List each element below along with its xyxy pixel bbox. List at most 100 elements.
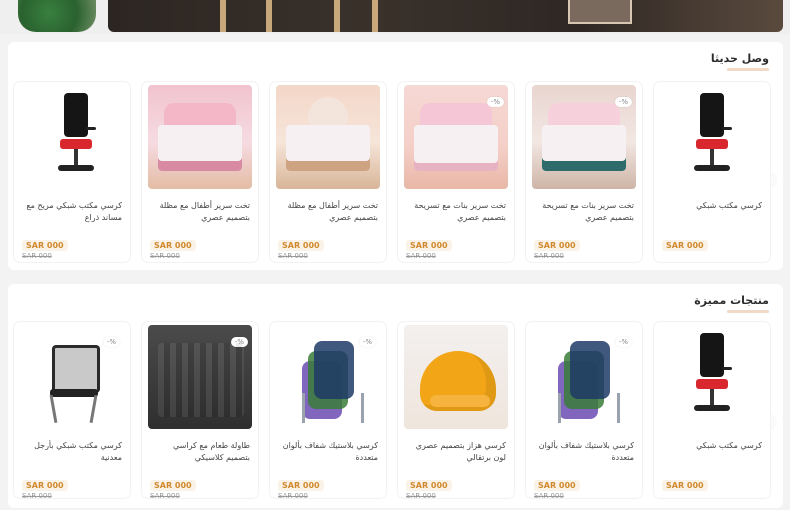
- chair-seat: [696, 379, 728, 389]
- chair-legs: [302, 393, 364, 423]
- hero-stool-leg-2-right: [372, 0, 378, 32]
- product-image[interactable]: [276, 85, 380, 189]
- dining-set-illustration: [158, 343, 244, 417]
- new-arrivals-section: وصل حديثا ‹ › كرسي مكتب شبكي SAR 000 -% …: [8, 42, 783, 270]
- rocking-chair-illustration: [420, 351, 496, 411]
- office-chair-illustration: [58, 93, 96, 183]
- bed-base: [286, 125, 370, 171]
- product-card[interactable]: -% كرسي مكتب شبكي بأرجل معدنية SAR 000 S…: [14, 322, 130, 500]
- product-image[interactable]: -%: [532, 325, 636, 429]
- product-card[interactable]: -% تخت سرير بنات مع تسريحة بتصميم عصري S…: [526, 82, 642, 262]
- bed-base: [414, 125, 498, 171]
- product-name[interactable]: كرسي مكتب شبكي مريح مع مساند ذراع: [22, 200, 122, 236]
- product-price: SAR 000: [662, 480, 708, 491]
- product-price: SAR 000: [406, 240, 452, 251]
- chair-leg-right: [89, 394, 98, 424]
- product-card[interactable]: تخت سرير أطفال مع مظلة بتصميم عصري SAR 0…: [142, 82, 258, 262]
- product-card[interactable]: كرسي مكتب شبكي SAR 000: [654, 322, 770, 498]
- product-price: SAR 000: [150, 240, 196, 251]
- chair-arm: [86, 127, 96, 130]
- bed-base: [542, 125, 626, 171]
- product-old-price: SAR 000: [406, 492, 436, 500]
- product-price: SAR 000: [278, 240, 324, 251]
- office-chair-illustration: [694, 333, 732, 423]
- product-card[interactable]: كرسي هزاز بتصميم عصري لون برتقالي SAR 00…: [398, 322, 514, 500]
- product-price: SAR 000: [22, 480, 68, 491]
- product-name[interactable]: كرسي بلاستيك شفاف بألوان متعددة: [278, 440, 378, 476]
- product-price: SAR 000: [406, 480, 452, 491]
- chair-base: [694, 405, 730, 411]
- section-title-underline: [727, 68, 769, 71]
- chair-seat: [696, 139, 728, 149]
- product-card[interactable]: كرسي مكتب شبكي SAR 000: [654, 82, 770, 262]
- product-image[interactable]: [660, 85, 764, 189]
- office-chair-illustration: [694, 93, 732, 183]
- chair-back: [700, 333, 724, 377]
- product-image[interactable]: -%: [532, 85, 636, 189]
- product-name[interactable]: تخت سرير بنات مع تسريحة بتصميم عصري: [534, 200, 634, 236]
- bed-base: [158, 125, 242, 171]
- featured-products-section: منتجات مميزة ‹ › كرسي مكتب شبكي SAR 000 …: [8, 284, 783, 508]
- product-card[interactable]: -% كرسي بلاستيك شفاف بألوان متعددة SAR 0…: [270, 322, 386, 500]
- product-name[interactable]: تخت سرير أطفال مع مظلة بتصميم عصري: [278, 200, 378, 236]
- plant-image: [18, 0, 96, 32]
- product-old-price: SAR 000: [150, 252, 180, 260]
- product-name[interactable]: طاولة طعام مع كراسي بتصميم كلاسيكي: [150, 440, 250, 476]
- product-old-price: SAR 000: [534, 492, 564, 500]
- product-old-price: SAR 000: [534, 252, 564, 260]
- product-name[interactable]: كرسي مكتب شبكي: [662, 440, 762, 476]
- product-image[interactable]: [404, 325, 508, 429]
- product-old-price: SAR 000: [150, 492, 180, 500]
- product-image[interactable]: [660, 325, 764, 429]
- product-image[interactable]: -%: [148, 325, 252, 429]
- section-title: منتجات مميزة: [694, 294, 769, 307]
- chair-arm: [722, 127, 732, 130]
- product-card[interactable]: كرسي مكتب شبكي مريح مع مساند ذراع SAR 00…: [14, 82, 130, 262]
- product-old-price: SAR 000: [278, 252, 308, 260]
- product-price: SAR 000: [534, 480, 580, 491]
- product-price: SAR 000: [662, 240, 708, 251]
- section-title-underline: [727, 310, 769, 313]
- hero-stool-leg-left: [220, 0, 226, 32]
- chair-leg-left: [49, 394, 58, 424]
- product-name[interactable]: كرسي بلاستيك شفاف بألوان متعددة: [534, 440, 634, 476]
- product-name[interactable]: كرسي هزاز بتصميم عصري لون برتقالي: [406, 440, 506, 476]
- product-name[interactable]: تخت سرير بنات مع تسريحة بتصميم عصري: [406, 200, 506, 236]
- product-old-price: SAR 000: [22, 252, 52, 260]
- product-card[interactable]: -% كرسي بلاستيك شفاف بألوان متعددة SAR 0…: [526, 322, 642, 500]
- hero-wall-frame: [568, 0, 632, 24]
- hero-stool-leg-right: [266, 0, 272, 32]
- hero-image[interactable]: [108, 0, 783, 32]
- top-banner: [0, 0, 790, 34]
- product-old-price: SAR 000: [22, 492, 52, 500]
- product-price: SAR 000: [22, 240, 68, 251]
- chair-shell-blue: [314, 341, 354, 399]
- stacked-chairs-illustration: [552, 333, 622, 425]
- product-image[interactable]: -%: [276, 325, 380, 429]
- chair-back: [700, 93, 724, 137]
- product-image[interactable]: [148, 85, 252, 189]
- product-price: SAR 000: [150, 480, 196, 491]
- chair-base: [58, 165, 94, 171]
- chair-seat: [60, 139, 92, 149]
- product-card[interactable]: تخت سرير أطفال مع مظلة بتصميم عصري SAR 0…: [270, 82, 386, 262]
- product-name[interactable]: كرسي مكتب شبكي: [662, 200, 762, 236]
- hero-stool-leg-2-left: [334, 0, 340, 32]
- product-name[interactable]: تخت سرير أطفال مع مظلة بتصميم عصري: [150, 200, 250, 236]
- chair-shell-blue: [570, 341, 610, 399]
- product-card[interactable]: -% طاولة طعام مع كراسي بتصميم كلاسيكي SA…: [142, 322, 258, 500]
- stacked-chairs-illustration: [296, 333, 366, 425]
- chair-legs: [558, 393, 620, 423]
- chair-base: [694, 165, 730, 171]
- product-old-price: SAR 000: [406, 252, 436, 260]
- chair-back-frame: [52, 345, 100, 393]
- product-old-price: SAR 000: [278, 492, 308, 500]
- product-card[interactable]: -% تخت سرير بنات مع تسريحة بتصميم عصري S…: [398, 82, 514, 262]
- product-name[interactable]: كرسي مكتب شبكي بأرجل معدنية: [22, 440, 122, 476]
- product-image[interactable]: -%: [404, 85, 508, 189]
- section-title: وصل حديثا: [710, 52, 769, 65]
- product-image[interactable]: [20, 85, 124, 189]
- product-image[interactable]: -%: [20, 325, 124, 429]
- chair-seat: [50, 389, 98, 397]
- product-price: SAR 000: [278, 480, 324, 491]
